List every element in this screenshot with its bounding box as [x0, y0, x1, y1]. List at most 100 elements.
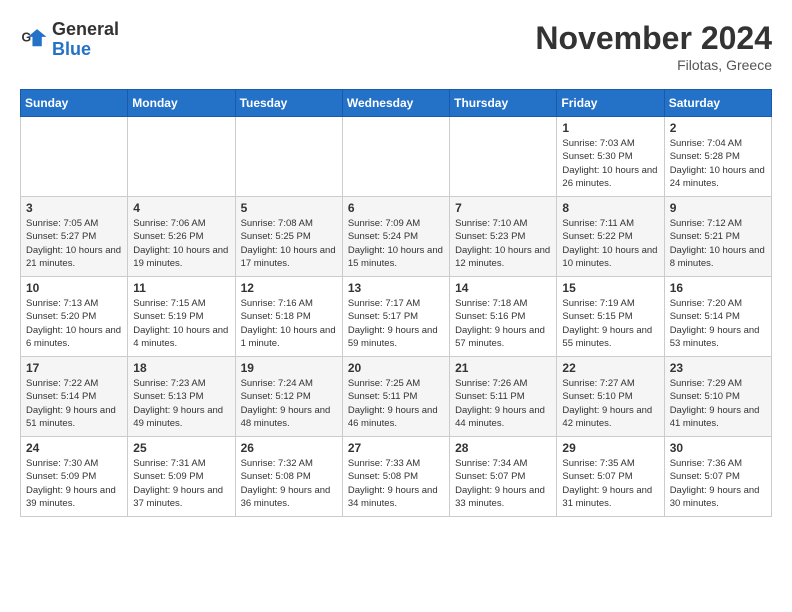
day-info: Sunrise: 7:17 AM Sunset: 5:17 PM Dayligh…: [348, 297, 444, 350]
calendar-cell: 18 Sunrise: 7:23 AM Sunset: 5:13 PM Dayli…: [128, 357, 235, 437]
day-info: Sunrise: 7:25 AM Sunset: 5:11 PM Dayligh…: [348, 377, 444, 430]
calendar-cell: 3 Sunrise: 7:05 AM Sunset: 5:27 PM Daylig…: [21, 197, 128, 277]
day-info: Sunrise: 7:35 AM Sunset: 5:07 PM Dayligh…: [562, 457, 658, 510]
calendar-cell: 22 Sunrise: 7:27 AM Sunset: 5:10 PM Dayli…: [557, 357, 664, 437]
day-number: 16: [670, 281, 766, 295]
day-number: 13: [348, 281, 444, 295]
calendar-cell: 25Sunrise: 7:31 AM Sunset: 5:09 PM Dayli…: [128, 437, 235, 517]
weekday-thursday: Thursday: [450, 90, 557, 117]
calendar-cell: 14 Sunrise: 7:18 AM Sunset: 5:16 PM Dayli…: [450, 277, 557, 357]
calendar-cell: 30 Sunrise: 7:36 AM Sunset: 5:07 PM Dayli…: [664, 437, 771, 517]
week-row-2: 3 Sunrise: 7:05 AM Sunset: 5:27 PM Daylig…: [21, 197, 772, 277]
calendar-cell: 11Sunrise: 7:15 AM Sunset: 5:19 PM Dayli…: [128, 277, 235, 357]
calendar-cell: 2 Sunrise: 7:04 AM Sunset: 5:28 PM Daylig…: [664, 117, 771, 197]
day-number: 22: [562, 361, 658, 375]
calendar-cell: 27 Sunrise: 7:33 AM Sunset: 5:08 PM Dayli…: [342, 437, 449, 517]
day-info: Sunrise: 7:16 AM Sunset: 5:18 PM Dayligh…: [241, 297, 337, 350]
logo-general: General: [52, 19, 119, 39]
day-info: Sunrise: 7:33 AM Sunset: 5:08 PM Dayligh…: [348, 457, 444, 510]
calendar-cell: 20 Sunrise: 7:25 AM Sunset: 5:11 PM Dayli…: [342, 357, 449, 437]
logo: G General Blue: [20, 20, 119, 60]
day-number: 20: [348, 361, 444, 375]
calendar-cell: 26 Sunrise: 7:32 AM Sunset: 5:08 PM Dayli…: [235, 437, 342, 517]
day-number: 8: [562, 201, 658, 215]
day-info: Sunrise: 7:32 AM Sunset: 5:08 PM Dayligh…: [241, 457, 337, 510]
calendar-cell: [21, 117, 128, 197]
calendar-cell: [235, 117, 342, 197]
day-number: 18: [133, 361, 229, 375]
day-number: 11: [133, 281, 229, 295]
day-number: 9: [670, 201, 766, 215]
weekday-sunday: Sunday: [21, 90, 128, 117]
day-number: 26: [241, 441, 337, 455]
day-info: Sunrise: 7:03 AM Sunset: 5:30 PM Dayligh…: [562, 137, 658, 190]
calendar-cell: 12 Sunrise: 7:16 AM Sunset: 5:18 PM Dayli…: [235, 277, 342, 357]
page-header: G General Blue November 2024 Filotas, Gr…: [20, 20, 772, 73]
weekday-tuesday: Tuesday: [235, 90, 342, 117]
day-info: Sunrise: 7:09 AM Sunset: 5:24 PM Dayligh…: [348, 217, 444, 270]
logo-text: General Blue: [52, 20, 119, 60]
week-row-3: 10Sunrise: 7:13 AM Sunset: 5:20 PM Dayli…: [21, 277, 772, 357]
calendar-cell: 19 Sunrise: 7:24 AM Sunset: 5:12 PM Dayli…: [235, 357, 342, 437]
month-title: November 2024: [535, 20, 772, 57]
day-number: 3: [26, 201, 122, 215]
day-number: 12: [241, 281, 337, 295]
day-info: Sunrise: 7:34 AM Sunset: 5:07 PM Dayligh…: [455, 457, 551, 510]
week-row-1: 1 Sunrise: 7:03 AM Sunset: 5:30 PM Daylig…: [21, 117, 772, 197]
day-number: 29: [562, 441, 658, 455]
day-number: 1: [562, 121, 658, 135]
day-info: Sunrise: 7:18 AM Sunset: 5:16 PM Dayligh…: [455, 297, 551, 350]
day-info: Sunrise: 7:31 AM Sunset: 5:09 PM Dayligh…: [133, 457, 229, 510]
day-number: 2: [670, 121, 766, 135]
calendar-cell: 6Sunrise: 7:09 AM Sunset: 5:24 PM Daylig…: [342, 197, 449, 277]
day-number: 19: [241, 361, 337, 375]
weekday-header-row: SundayMondayTuesdayWednesdayThursdayFrid…: [21, 90, 772, 117]
day-number: 30: [670, 441, 766, 455]
day-number: 4: [133, 201, 229, 215]
calendar-cell: 17 Sunrise: 7:22 AM Sunset: 5:14 PM Dayli…: [21, 357, 128, 437]
day-info: Sunrise: 7:12 AM Sunset: 5:21 PM Dayligh…: [670, 217, 766, 270]
day-number: 21: [455, 361, 551, 375]
calendar-table: SundayMondayTuesdayWednesdayThursdayFrid…: [20, 89, 772, 517]
day-info: Sunrise: 7:11 AM Sunset: 5:22 PM Dayligh…: [562, 217, 658, 270]
week-row-4: 17 Sunrise: 7:22 AM Sunset: 5:14 PM Dayli…: [21, 357, 772, 437]
calendar-cell: 8 Sunrise: 7:11 AM Sunset: 5:22 PM Daylig…: [557, 197, 664, 277]
day-info: Sunrise: 7:19 AM Sunset: 5:15 PM Dayligh…: [562, 297, 658, 350]
calendar-cell: 9 Sunrise: 7:12 AM Sunset: 5:21 PM Daylig…: [664, 197, 771, 277]
weekday-friday: Friday: [557, 90, 664, 117]
logo-icon: G: [20, 26, 48, 54]
calendar-cell: 5 Sunrise: 7:08 AM Sunset: 5:25 PM Daylig…: [235, 197, 342, 277]
day-info: Sunrise: 7:10 AM Sunset: 5:23 PM Dayligh…: [455, 217, 551, 270]
day-info: Sunrise: 7:22 AM Sunset: 5:14 PM Dayligh…: [26, 377, 122, 430]
weekday-saturday: Saturday: [664, 90, 771, 117]
day-number: 23: [670, 361, 766, 375]
day-info: Sunrise: 7:24 AM Sunset: 5:12 PM Dayligh…: [241, 377, 337, 430]
day-number: 10: [26, 281, 122, 295]
weekday-wednesday: Wednesday: [342, 90, 449, 117]
day-info: Sunrise: 7:27 AM Sunset: 5:10 PM Dayligh…: [562, 377, 658, 430]
day-info: Sunrise: 7:05 AM Sunset: 5:27 PM Dayligh…: [26, 217, 122, 270]
day-number: 15: [562, 281, 658, 295]
day-info: Sunrise: 7:23 AM Sunset: 5:13 PM Dayligh…: [133, 377, 229, 430]
day-number: 14: [455, 281, 551, 295]
day-number: 28: [455, 441, 551, 455]
calendar-cell: 29 Sunrise: 7:35 AM Sunset: 5:07 PM Dayli…: [557, 437, 664, 517]
calendar-cell: 10Sunrise: 7:13 AM Sunset: 5:20 PM Dayli…: [21, 277, 128, 357]
day-number: 17: [26, 361, 122, 375]
day-number: 5: [241, 201, 337, 215]
day-info: Sunrise: 7:30 AM Sunset: 5:09 PM Dayligh…: [26, 457, 122, 510]
calendar-cell: [342, 117, 449, 197]
day-number: 27: [348, 441, 444, 455]
location-text: Filotas, Greece: [535, 57, 772, 73]
week-row-5: 24Sunrise: 7:30 AM Sunset: 5:09 PM Dayli…: [21, 437, 772, 517]
calendar-cell: 28 Sunrise: 7:34 AM Sunset: 5:07 PM Dayli…: [450, 437, 557, 517]
day-info: Sunrise: 7:20 AM Sunset: 5:14 PM Dayligh…: [670, 297, 766, 350]
day-info: Sunrise: 7:08 AM Sunset: 5:25 PM Dayligh…: [241, 217, 337, 270]
day-info: Sunrise: 7:04 AM Sunset: 5:28 PM Dayligh…: [670, 137, 766, 190]
calendar-cell: 16 Sunrise: 7:20 AM Sunset: 5:14 PM Dayli…: [664, 277, 771, 357]
calendar-cell: [128, 117, 235, 197]
calendar-cell: 24Sunrise: 7:30 AM Sunset: 5:09 PM Dayli…: [21, 437, 128, 517]
svg-text:G: G: [22, 30, 32, 44]
day-info: Sunrise: 7:36 AM Sunset: 5:07 PM Dayligh…: [670, 457, 766, 510]
day-number: 7: [455, 201, 551, 215]
